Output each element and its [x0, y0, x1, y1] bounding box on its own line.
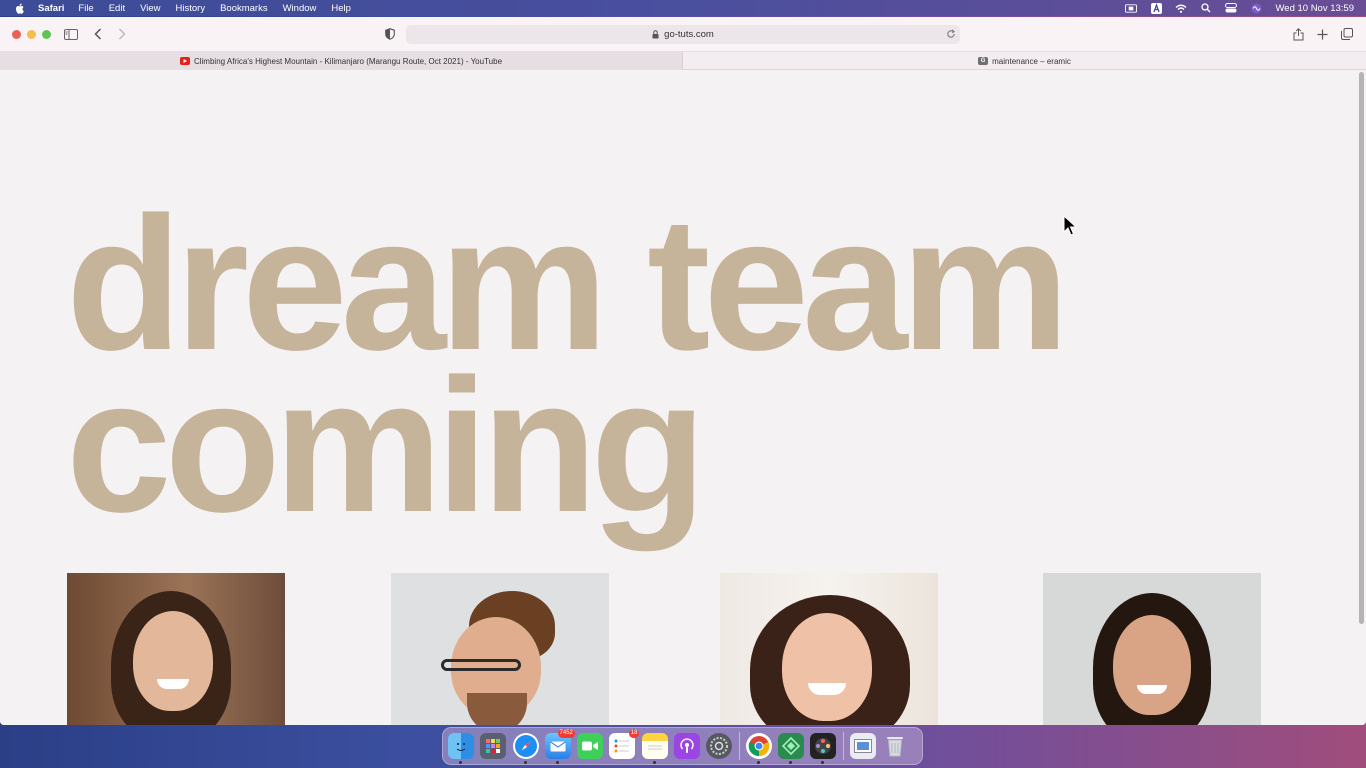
team-member-photo-3[interactable] [720, 573, 938, 725]
back-button-icon[interactable] [91, 27, 105, 41]
team-member-photo-2[interactable] [391, 573, 609, 725]
headline: dream team coming [66, 189, 1070, 541]
reload-icon[interactable] [946, 29, 956, 39]
sketch-app-icon[interactable] [777, 733, 804, 764]
screen-record-icon[interactable] [1125, 3, 1138, 13]
menu-window[interactable]: Window [283, 3, 317, 14]
trash-icon[interactable] [882, 733, 908, 759]
tab-title: Climbing Africa's Highest Mountain - Kil… [193, 56, 503, 66]
g-favicon-icon: G [978, 57, 989, 65]
system-preferences-icon[interactable] [706, 733, 733, 759]
dock-separator [842, 732, 844, 760]
menu-history[interactable]: History [176, 3, 206, 14]
siri-icon[interactable] [1250, 3, 1262, 13]
team-member-photo-1[interactable] [67, 573, 285, 725]
lock-icon [652, 30, 660, 39]
new-tab-icon[interactable] [1315, 27, 1329, 41]
mail-icon[interactable]: 7452 [544, 729, 575, 764]
share-icon[interactable] [1291, 27, 1305, 41]
keyboard-input-icon[interactable] [1150, 2, 1162, 14]
tab-maintenance[interactable]: G maintenance – eramic [683, 52, 1366, 70]
page-scrollbar[interactable] [1359, 72, 1364, 624]
safari-window: go-tuts.com Climbing Africa's Highest Mo… [0, 17, 1366, 725]
window-controls [12, 29, 51, 39]
apple-menu-icon[interactable] [14, 2, 26, 14]
facetime-icon[interactable] [577, 733, 604, 759]
mail-badge: 7452 [557, 729, 575, 738]
dock-separator [738, 732, 740, 760]
close-window-button[interactable] [12, 29, 21, 39]
mouse-cursor-icon [1063, 215, 1077, 236]
tab-youtube[interactable]: Climbing Africa's Highest Mountain - Kil… [0, 52, 683, 70]
address-bar[interactable]: go-tuts.com [406, 25, 960, 44]
reminders-badge: 18 [628, 729, 640, 738]
sidebar-toggle-icon[interactable] [64, 27, 78, 41]
final-cut-icon[interactable] [810, 733, 837, 764]
browser-toolbar: go-tuts.com [0, 17, 1366, 52]
podcasts-icon[interactable] [674, 733, 701, 759]
forward-button-icon[interactable] [115, 27, 129, 41]
youtube-icon [179, 57, 190, 65]
menubar-clock[interactable]: Wed 10 Nov 13:59 [1275, 3, 1354, 14]
fullscreen-window-button[interactable] [42, 29, 51, 39]
team-photos [0, 573, 1366, 725]
menu-app-name[interactable]: Safari [38, 3, 64, 14]
safari-icon[interactable] [512, 733, 539, 764]
address-url: go-tuts.com [664, 29, 714, 40]
finder-icon[interactable] [448, 733, 474, 764]
minimize-window-button[interactable] [27, 29, 36, 39]
menu-file[interactable]: File [78, 3, 93, 14]
menu-bar: Safari File Edit View History Bookmarks … [0, 0, 1366, 16]
notes-icon[interactable] [641, 733, 668, 764]
menu-help[interactable]: Help [331, 3, 351, 14]
web-page: dream team coming [0, 70, 1366, 725]
tab-overview-icon[interactable] [1340, 27, 1354, 41]
dock: 7452 18 [442, 727, 923, 765]
reminders-icon[interactable]: 18 [609, 729, 640, 759]
wifi-icon[interactable] [1175, 3, 1187, 13]
tab-bar: Climbing Africa's Highest Mountain - Kil… [0, 52, 1366, 70]
control-center-icon[interactable] [1225, 3, 1238, 13]
preview-icon[interactable] [849, 733, 876, 759]
menu-edit[interactable]: Edit [109, 3, 125, 14]
chrome-icon[interactable] [745, 733, 772, 764]
spotlight-search-icon[interactable] [1200, 3, 1212, 13]
launchpad-icon[interactable] [480, 733, 507, 759]
menu-view[interactable]: View [140, 3, 160, 14]
tab-title: maintenance – eramic [992, 56, 1071, 66]
menu-bookmarks[interactable]: Bookmarks [220, 3, 268, 14]
team-member-photo-4[interactable] [1043, 573, 1261, 725]
privacy-shield-icon[interactable] [383, 27, 397, 41]
